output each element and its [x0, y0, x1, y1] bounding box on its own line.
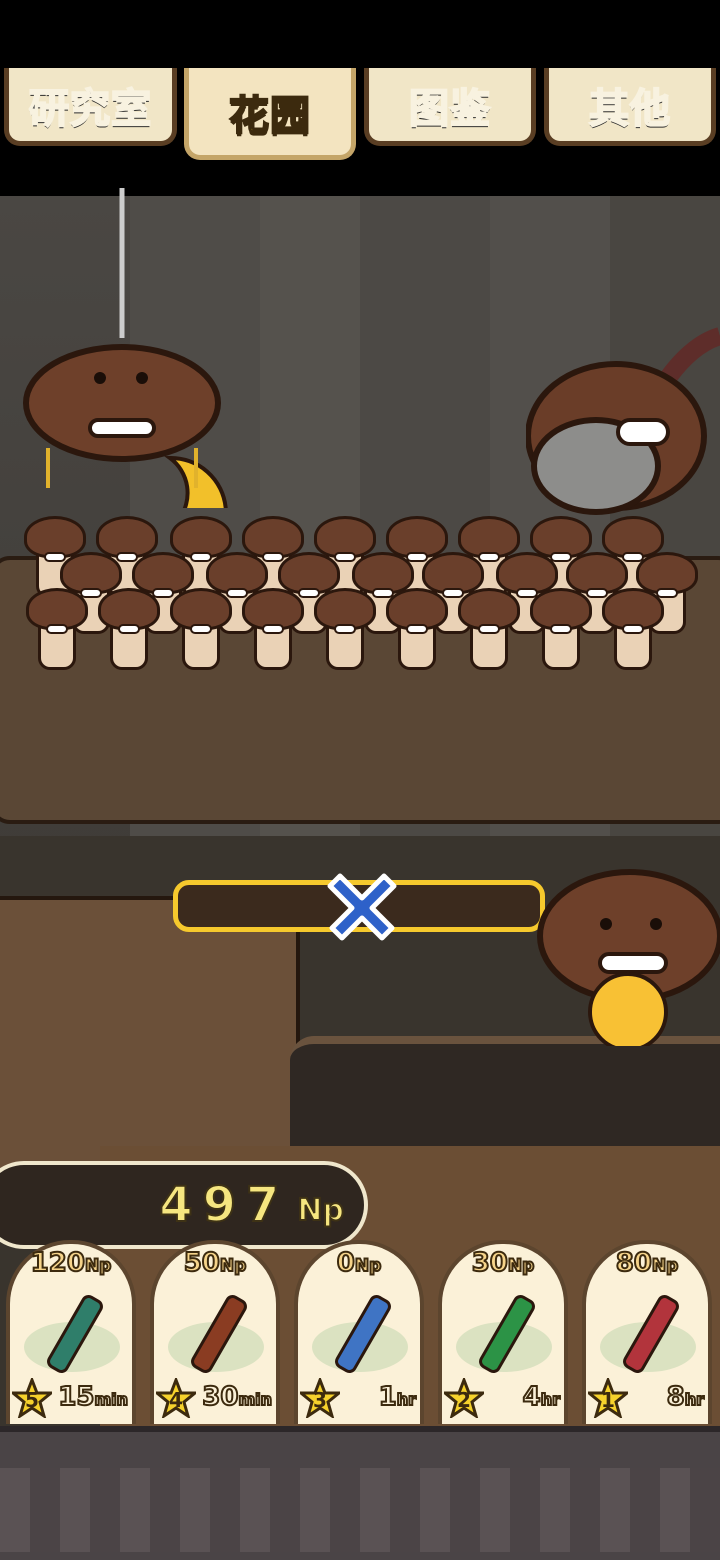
mushroom[interactable] — [528, 588, 592, 670]
item-card[interactable]: 80Np 1 8hr — [582, 1240, 712, 1424]
tab-laboratory[interactable]: 研究室 — [4, 68, 177, 146]
tab-garden-label: 花园 — [228, 92, 311, 140]
mushroom[interactable] — [96, 588, 160, 670]
item-duration: 15min — [57, 1381, 129, 1413]
item-rank: 3 — [313, 1388, 327, 1412]
item-duration: 30min — [201, 1381, 273, 1413]
hanging-moon-lamp[interactable] — [20, 188, 230, 508]
tab-encyclopedia[interactable]: 图鉴 — [364, 68, 536, 146]
red-ampoule-icon — [623, 1295, 679, 1373]
mushroom[interactable] — [24, 588, 88, 670]
green-ampoule-icon — [479, 1295, 535, 1373]
shower-head[interactable] — [526, 316, 720, 536]
mushroom[interactable] — [240, 588, 304, 670]
item-duration: 4hr — [522, 1381, 561, 1413]
item-duration: 1hr — [378, 1381, 417, 1413]
item-card[interactable]: 50Np 4 30min — [150, 1240, 280, 1424]
np-unit: Np — [296, 1192, 345, 1229]
item-card[interactable]: 0Np 3 1hr — [294, 1240, 424, 1424]
item-shelf: 120Np 5 15min 50Np 4 30min 0Np 3 1hr 30Np 2 4hr 80Np… — [0, 1240, 720, 1426]
item-rank: 2 — [457, 1388, 471, 1412]
brown-bottle-icon — [191, 1295, 247, 1373]
tab-encyclopedia-label: 图鉴 — [408, 85, 491, 133]
item-price: 30Np — [471, 1247, 536, 1279]
item-price: 80Np — [615, 1247, 680, 1279]
tab-other[interactable]: 其他 — [544, 68, 716, 146]
tab-laboratory-label: 研究室 — [28, 85, 152, 133]
mushroom[interactable] — [456, 588, 520, 670]
blue-dropper-icon — [335, 1295, 391, 1373]
item-duration: 8hr — [666, 1381, 705, 1413]
item-price: 0Np — [336, 1247, 383, 1279]
item-rank: 1 — [601, 1388, 615, 1412]
item-price: 50Np — [183, 1247, 248, 1279]
tab-garden[interactable]: 花园 — [184, 68, 356, 160]
mushroom[interactable] — [600, 588, 664, 670]
item-rank: 4 — [169, 1388, 183, 1412]
item-rank: 5 — [25, 1388, 39, 1412]
item-card[interactable]: 120Np 5 15min — [6, 1240, 136, 1424]
item-card[interactable]: 30Np 2 4hr — [438, 1240, 568, 1424]
bottom-floor-decoration — [0, 1426, 720, 1560]
cross-icon[interactable] — [326, 870, 398, 942]
game-screen: 研究室 花园 图鉴 其他 497 Np 120Np 5 15min 50Np 4… — [0, 0, 720, 1560]
np-value: 497 — [158, 1176, 290, 1234]
mushroom[interactable] — [168, 588, 232, 670]
tab-other-label: 其他 — [588, 85, 671, 133]
ornamental-frieze — [0, 1468, 720, 1552]
teal-bottle-icon — [47, 1295, 103, 1373]
top-tab-bar: 研究室 花园 图鉴 其他 — [0, 0, 720, 196]
mushroom[interactable] — [384, 588, 448, 670]
mushroom[interactable] — [312, 588, 376, 670]
item-price: 120Np — [30, 1247, 113, 1279]
glowing-mushroom-lamp[interactable] — [530, 866, 720, 1046]
np-balance: 497 Np — [0, 1161, 368, 1249]
